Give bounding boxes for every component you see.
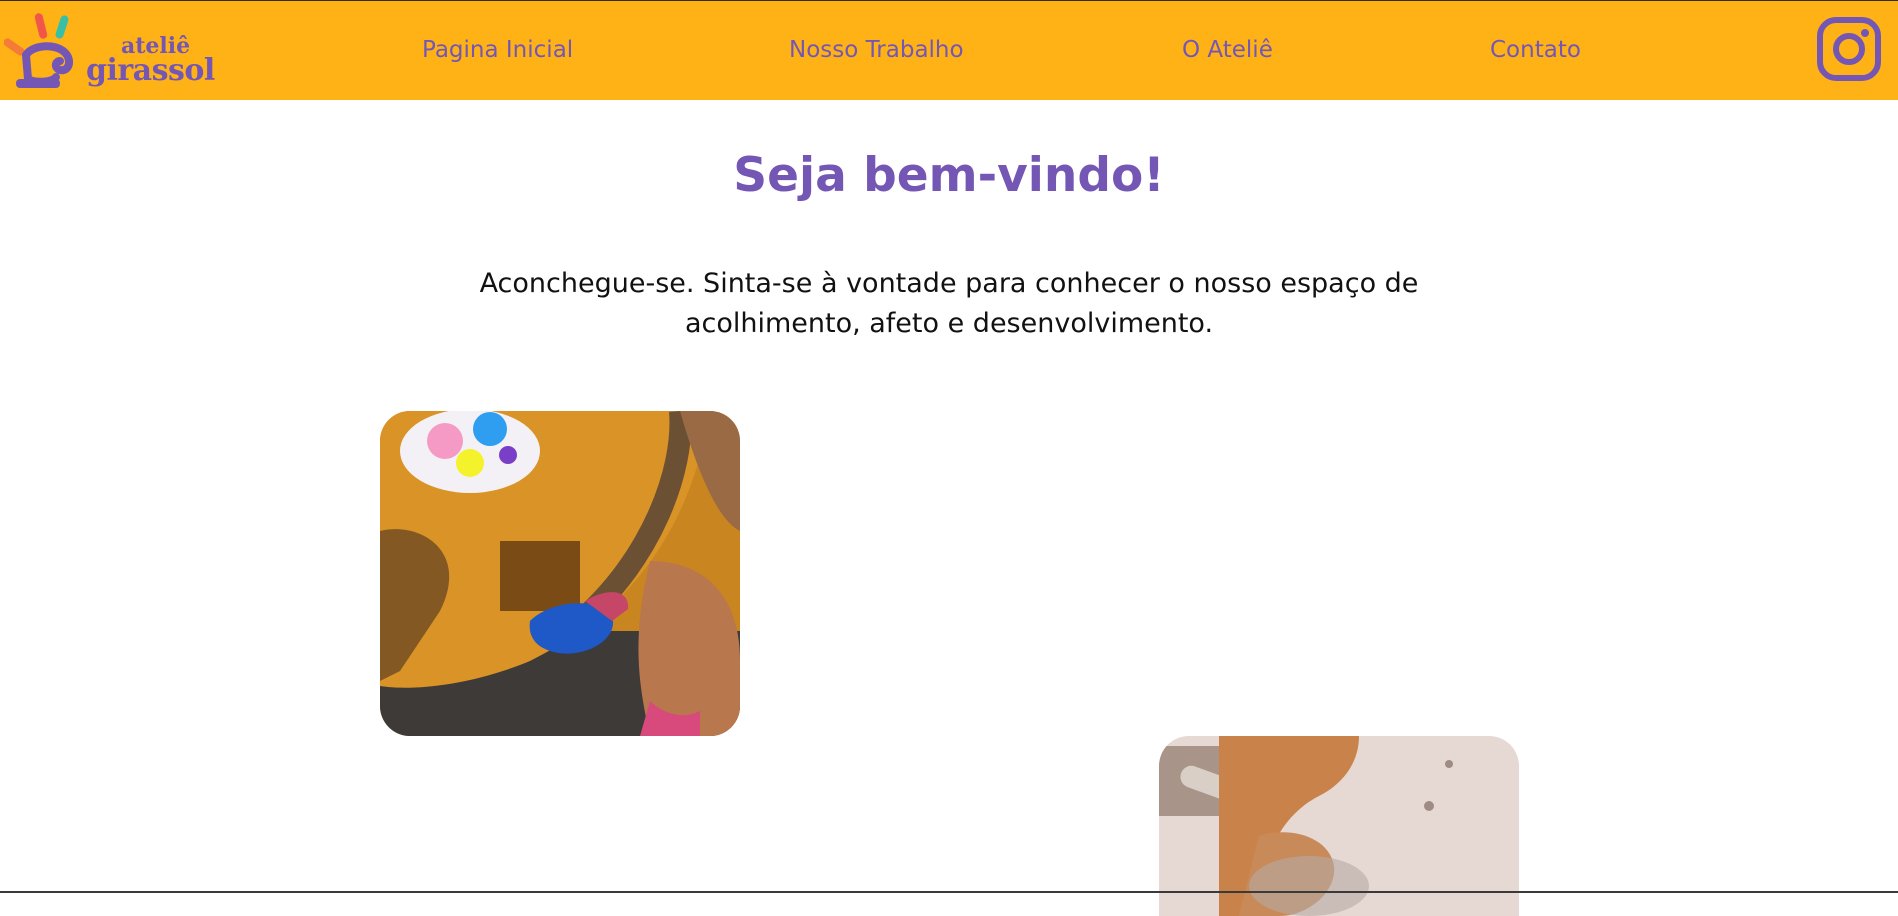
- nav-link-the-atelier[interactable]: O Ateliê: [1182, 39, 1273, 62]
- instagram-link[interactable]: [1816, 16, 1882, 82]
- welcome-heading: Seja bem-vindo!: [733, 148, 1165, 203]
- sunflower-hand-icon: [4, 13, 73, 88]
- brand-logo[interactable]: ateliê girassol: [4, 9, 215, 93]
- nav-link-our-work[interactable]: Nosso Trabalho: [789, 39, 964, 62]
- brand-name-line-2: girassol: [86, 53, 215, 88]
- intro-paragraph: Aconchegue-se. Sinta-se à vontade para c…: [479, 268, 1419, 339]
- painting-activity-photo: [380, 411, 740, 736]
- clay-activity-photo: [1159, 736, 1519, 916]
- clay-modeling-image: [1159, 736, 1519, 916]
- instagram-icon: [1817, 17, 1881, 81]
- nav-link-home[interactable]: Pagina Inicial: [422, 39, 573, 62]
- nav-link-contact[interactable]: Contato: [1490, 39, 1581, 62]
- top-navbar: ateliê girassol Pagina Inicial Nosso Tra…: [0, 0, 1898, 100]
- painting-table-image: [380, 411, 740, 736]
